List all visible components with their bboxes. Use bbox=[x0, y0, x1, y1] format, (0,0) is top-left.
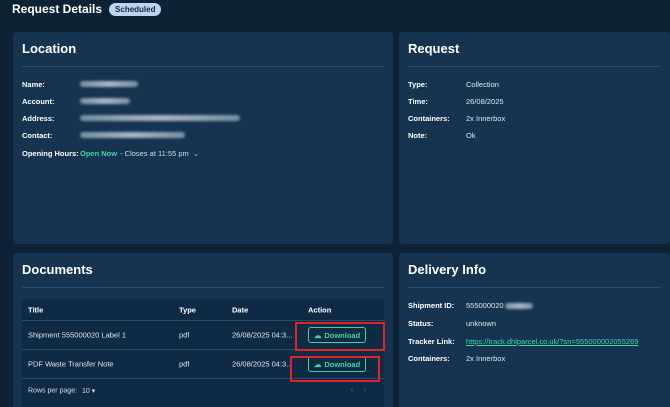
page-title: Request Details bbox=[12, 2, 103, 16]
column-header-action: Action bbox=[308, 305, 332, 314]
request-title: Request bbox=[408, 41, 460, 56]
delivery-title: Delivery Info bbox=[408, 262, 487, 277]
divider bbox=[408, 287, 661, 288]
rows-per-page-value: 10 bbox=[82, 388, 90, 395]
request-time-row: Time: 26/08/2025 bbox=[408, 97, 504, 106]
redacted-contact bbox=[80, 132, 185, 138]
location-address-row: Address: bbox=[22, 114, 240, 123]
field-label: Containers: bbox=[408, 114, 450, 123]
location-account-value bbox=[80, 97, 130, 106]
containers-label: Containers: bbox=[408, 354, 450, 363]
request-containers-value: 2x Innerbox bbox=[466, 114, 506, 123]
location-card: Location Name: Account: Address: Contact… bbox=[13, 32, 393, 244]
open-now-status: Open Now bbox=[80, 149, 118, 158]
location-title: Location bbox=[22, 41, 77, 56]
redacted-address bbox=[80, 115, 240, 121]
doc-title: Shipment 555000020 Label 1 bbox=[28, 330, 126, 340]
table-footer: Rows per page: 10 ▾ ‹› bbox=[22, 379, 384, 403]
field-label: Note: bbox=[408, 131, 428, 140]
delivery-card: Delivery Info Shipment ID: 555000020 Sta… bbox=[399, 253, 670, 407]
download-label: Download bbox=[324, 330, 361, 340]
request-type-row: Type: Collection bbox=[408, 80, 499, 89]
containers-value: 2x Innerbox bbox=[466, 354, 506, 363]
table-row: Shipment 555000020 Label 1 pdf 26/08/202… bbox=[22, 321, 384, 350]
column-header-type: Type bbox=[179, 305, 196, 314]
tracker-row: Tracker Link: https://track.dhlparcel.co… bbox=[408, 337, 638, 346]
request-note-row: Note: Ok bbox=[408, 131, 476, 140]
doc-date: 26/08/2025 04:3... bbox=[232, 359, 293, 369]
location-name-row: Name: bbox=[22, 80, 138, 89]
redacted-account bbox=[80, 98, 130, 104]
doc-type: pdf bbox=[179, 359, 190, 369]
location-contact-row: Contact: bbox=[22, 131, 185, 140]
page-header: Request Details Scheduled bbox=[12, 1, 162, 17]
prev-page-icon[interactable]: ‹ bbox=[351, 385, 364, 394]
shipment-id-label: Shipment ID: bbox=[408, 301, 455, 310]
table-row: PDF Waste Transfer Note pdf 26/08/2025 0… bbox=[22, 350, 384, 379]
request-card: Request Type: Collection Time: 26/08/202… bbox=[399, 32, 670, 244]
redacted-shipment-suffix bbox=[504, 302, 533, 309]
location-name-value bbox=[80, 80, 138, 89]
divider bbox=[22, 287, 384, 288]
status-badge: Scheduled bbox=[109, 2, 162, 16]
status-label: Status: bbox=[408, 319, 434, 328]
documents-table: Title Type Date Action Shipment 55500002… bbox=[22, 299, 384, 407]
request-note-value: Ok bbox=[466, 131, 476, 140]
divider bbox=[408, 66, 661, 67]
field-label: Type: bbox=[408, 80, 428, 89]
pagination: ‹› bbox=[351, 385, 376, 394]
opening-hours-row[interactable]: Opening Hours: Open Now - Closes at 11:5… bbox=[22, 149, 199, 158]
redacted-name bbox=[80, 81, 138, 87]
cloud-download-icon: ☁ bbox=[313, 330, 322, 340]
table-header: Title Type Date Action bbox=[22, 299, 384, 321]
doc-title: PDF Waste Transfer Note bbox=[28, 359, 114, 369]
request-time-value: 26/08/2025 bbox=[466, 97, 504, 106]
location-address-value bbox=[80, 114, 240, 123]
doc-type: pdf bbox=[179, 330, 190, 340]
location-account-row: Account: bbox=[22, 97, 130, 106]
next-page-icon[interactable]: › bbox=[363, 385, 376, 394]
documents-card: Documents Title Type Date Action Shipmen… bbox=[13, 253, 393, 407]
cloud-download-icon: ☁ bbox=[313, 359, 322, 369]
download-button[interactable]: ☁ Download bbox=[308, 356, 366, 372]
download-button[interactable]: ☁ Download bbox=[308, 327, 366, 343]
closes-at-text: - Closes at 11:55 pm bbox=[120, 149, 189, 158]
column-header-date: Date bbox=[232, 305, 249, 314]
tracker-label: Tracker Link: bbox=[408, 337, 455, 346]
shipment-id-row: Shipment ID: 555000020 bbox=[408, 301, 533, 310]
field-label: Time: bbox=[408, 97, 428, 106]
containers-row: Containers: 2x Innerbox bbox=[408, 354, 505, 363]
caret-down-icon: ▾ bbox=[91, 388, 96, 395]
shipment-id-value: 555000020 bbox=[466, 301, 504, 310]
field-label: Account: bbox=[22, 97, 55, 106]
doc-date: 26/08/2025 04:3... bbox=[232, 330, 293, 340]
divider bbox=[22, 66, 384, 67]
field-label: Name: bbox=[22, 80, 45, 89]
download-label: Download bbox=[324, 359, 361, 369]
chevron-down-icon[interactable]: ⌄ bbox=[193, 149, 200, 158]
opening-hours-label: Opening Hours: bbox=[22, 149, 79, 158]
column-header-title: Title bbox=[28, 305, 44, 314]
request-containers-row: Containers: 2x Innerbox bbox=[408, 114, 505, 123]
field-label: Contact: bbox=[22, 131, 53, 140]
documents-title: Documents bbox=[22, 262, 93, 277]
rows-per-page-select[interactable]: 10 ▾ bbox=[82, 387, 95, 395]
field-label: Address: bbox=[22, 114, 55, 123]
status-value: unknown bbox=[466, 319, 497, 328]
rows-per-page-label: Rows per page: bbox=[28, 387, 78, 395]
tracker-link[interactable]: https://track.dhlparcel.co.uk/?sn=555000… bbox=[466, 337, 638, 346]
status-row: Status: unknown bbox=[408, 319, 496, 328]
location-contact-value bbox=[80, 131, 185, 140]
request-type-value: Collection bbox=[466, 80, 499, 89]
